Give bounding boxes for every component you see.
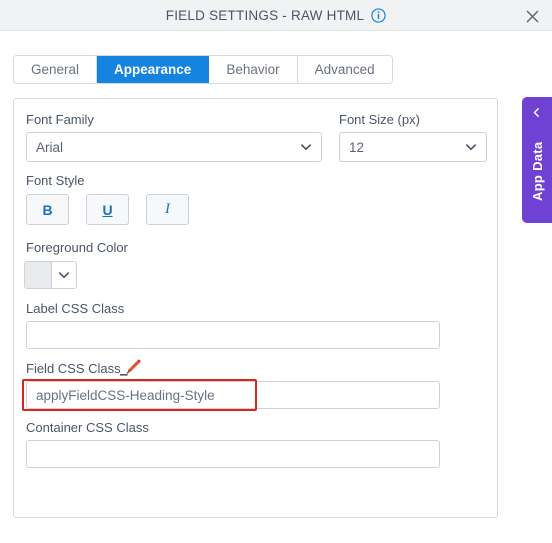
underline-button[interactable]: U xyxy=(86,194,129,225)
tab-behavior[interactable]: Behavior xyxy=(209,56,298,83)
bold-button[interactable]: B xyxy=(26,194,69,225)
chevron-down-icon xyxy=(52,262,76,288)
dialog-title-text: FIELD SETTINGS - RAW HTML xyxy=(165,8,365,23)
field-css-class-input[interactable] xyxy=(26,381,440,409)
dialog-titlebar: FIELD SETTINGS - RAW HTML xyxy=(0,0,552,31)
container-css-class-input[interactable] xyxy=(26,440,440,468)
label-css-class-label: Label CSS Class xyxy=(26,301,125,316)
pencil-edit-icon[interactable] xyxy=(118,358,142,378)
tab-advanced[interactable]: Advanced xyxy=(297,56,392,83)
font-size-value: 12 xyxy=(349,139,365,155)
container-css-class-label: Container CSS Class xyxy=(26,420,149,435)
italic-button[interactable]: I xyxy=(146,194,189,225)
page-title: FIELD SETTINGS - RAW HTML xyxy=(0,0,552,31)
font-family-select[interactable]: Arial xyxy=(26,132,322,162)
chevron-left-icon xyxy=(530,105,544,119)
appearance-settings-panel: Font Family Arial Font Size (px) 12 Font… xyxy=(13,98,498,518)
font-size-label: Font Size (px) xyxy=(339,112,420,127)
chevron-down-icon xyxy=(464,140,478,154)
close-button[interactable] xyxy=(520,4,544,28)
tab-general[interactable]: General xyxy=(14,56,98,83)
color-swatch xyxy=(25,262,52,288)
foreground-color-label: Foreground Color xyxy=(26,240,128,255)
font-family-value: Arial xyxy=(36,139,64,155)
app-data-panel-toggle[interactable]: App Data xyxy=(522,97,552,223)
info-circle-icon[interactable] xyxy=(371,8,386,23)
tab-appearance[interactable]: Appearance xyxy=(97,56,210,83)
close-icon xyxy=(526,10,538,22)
label-css-class-input[interactable] xyxy=(26,321,440,349)
font-family-label: Font Family xyxy=(26,112,94,127)
font-size-select[interactable]: 12 xyxy=(339,132,487,162)
foreground-color-picker[interactable] xyxy=(24,261,77,289)
font-style-label: Font Style xyxy=(26,173,85,188)
settings-tabs: General Appearance Behavior Advanced xyxy=(13,55,393,84)
chevron-down-icon xyxy=(299,140,313,154)
field-settings-dialog: FIELD SETTINGS - RAW HTML General Appear… xyxy=(0,0,552,543)
field-css-class-label: Field CSS Class xyxy=(26,361,121,376)
app-data-label: App Data xyxy=(529,141,545,201)
